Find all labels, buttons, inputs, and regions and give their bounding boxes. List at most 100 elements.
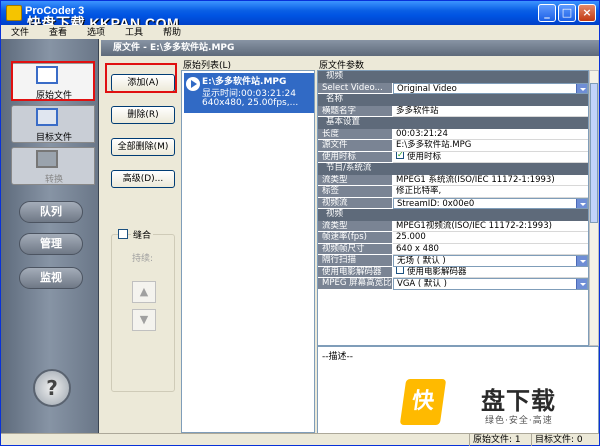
property-key: 视频帧尺寸 <box>318 243 392 255</box>
property-value: MPEG1 系统流(ISO/IEC 11172-1:1993) <box>393 174 588 186</box>
nav-convert-label: 转换 <box>44 175 63 185</box>
property-value-text: 25.000 <box>396 232 426 242</box>
property-section: 名称 <box>318 94 588 106</box>
property-scrollbar[interactable] <box>589 70 599 346</box>
menu-options[interactable]: 选项 <box>87 25 105 38</box>
play-icon <box>186 77 200 91</box>
status-target-count: 目标文件: 0 <box>531 434 599 446</box>
nav-convert[interactable]: 转换 <box>11 147 95 185</box>
page-title: 原文件 - E:\多多软件站.MPG <box>101 40 599 56</box>
logo-name: 盘下载 <box>481 387 556 415</box>
status-bar: 原始文件: 1 目标文件: 0 <box>1 433 599 446</box>
menu-bar: 文件 查看 选项 工具 帮助 <box>1 25 599 39</box>
property-row: 隔行扫描 无场 ( 默认 ) <box>318 255 588 267</box>
property-value: 00:03:21:24 <box>393 129 588 140</box>
app-window: ProCoder 3 快盘下载 KKPAN.COM _ □ × 文件 查看 选项… <box>0 0 600 446</box>
list-item[interactable]: E:\多多软件站.MPG 显示时间:00:03:21:24 640x480, 2… <box>184 73 314 113</box>
property-row: 流类型 MPEG1视频流(ISO/IEC 11172-2:1993) <box>318 220 588 232</box>
title-bar: ProCoder 3 快盘下载 KKPAN.COM _ □ × <box>1 1 599 31</box>
dropdown-arrow-icon[interactable] <box>576 198 587 209</box>
menu-tools[interactable]: 工具 <box>125 25 143 38</box>
property-value-text: Original Video <box>397 83 457 94</box>
property-value-text: 无场 ( 默认 ) <box>397 256 446 266</box>
queue-button[interactable]: 队列 <box>19 201 83 223</box>
property-key: 视频流 <box>318 197 392 209</box>
property-row: 横题名字 多多软件站 <box>318 105 588 117</box>
logo-slogan: 绿色·安全·高速 <box>485 416 553 426</box>
monitor-button[interactable]: 监视 <box>19 267 83 289</box>
property-key: MPEG 屏幕高宽比 <box>318 278 392 290</box>
scrollbar-thumb[interactable] <box>590 83 598 223</box>
property-value-text: VGA ( 默认 ) <box>397 279 447 289</box>
move-down-button[interactable]: ▼ <box>132 309 156 331</box>
nav-target-files[interactable]: 目标文件 <box>11 105 95 143</box>
property-checkbox[interactable]: 使用时标 <box>393 151 588 163</box>
property-row: Select Video... Original Video <box>318 82 588 94</box>
target-file-icon <box>36 108 58 126</box>
checkbox-icon[interactable] <box>396 151 404 160</box>
property-select[interactable]: Original Video <box>393 82 588 94</box>
property-key: 使用电影解码器 <box>318 266 392 278</box>
description-label: --描述-- <box>322 352 353 362</box>
property-key: 横题名字 <box>318 105 392 117</box>
property-value: 修正比特率, <box>393 186 588 198</box>
dropdown-arrow-icon[interactable] <box>576 256 587 266</box>
property-row: 标签 修正比特率, <box>318 186 588 198</box>
property-value-text: E:\多多软件站.MPG <box>396 140 472 150</box>
property-value-text: 640 x 480 <box>396 243 439 254</box>
property-value-text: MPEG1 系统流(ISO/IEC 11172-1:1993) <box>396 174 555 185</box>
dropdown-arrow-icon[interactable] <box>576 279 587 289</box>
property-section: 基本设置 <box>318 117 588 129</box>
close-button[interactable]: × <box>578 4 596 22</box>
property-value-text: 使用时标 <box>407 151 442 162</box>
property-key: 使用时标 <box>318 151 392 163</box>
maximize-button[interactable]: □ <box>558 4 576 22</box>
property-row: 视频帧尺寸 640 x 480 <box>318 243 588 255</box>
property-key: 帧速率(fps) <box>318 232 392 244</box>
property-row: 帧速率(fps) 25.000 <box>318 232 588 244</box>
button-column: 添加(A) 删除(R) 全部删除(M) 高级(D)... 缝合 持续: ▲ ▼ <box>101 56 181 435</box>
remove-all-button[interactable]: 全部删除(M) <box>111 138 175 156</box>
help-icon[interactable]: ? <box>33 369 71 407</box>
move-up-button[interactable]: ▲ <box>132 281 156 303</box>
property-section: 节目/系统流 <box>318 163 588 175</box>
highlight-add-button <box>105 63 177 93</box>
property-select[interactable]: VGA ( 默认 ) <box>393 278 588 290</box>
menu-view[interactable]: 查看 <box>49 25 67 38</box>
property-value: 640 x 480 <box>393 243 588 255</box>
source-list[interactable]: E:\多多软件站.MPG 显示时间:00:03:21:24 640x480, 2… <box>181 70 315 433</box>
nav-target-label: 目标文件 <box>35 133 72 143</box>
stitch-label: 缝合 <box>131 228 154 241</box>
property-select[interactable]: 无场 ( 默认 ) <box>393 255 588 267</box>
logo-mark: 快 <box>399 379 447 425</box>
property-value: 多多软件站 <box>393 106 588 117</box>
property-row: 使用时标 使用时标 <box>318 151 588 163</box>
advanced-button[interactable]: 高级(D)... <box>111 170 175 188</box>
property-select[interactable]: StreamID: 0x00e0 <box>393 197 588 209</box>
property-row: 长度 00:03:21:24 <box>318 128 588 140</box>
menu-help[interactable]: 帮助 <box>163 25 181 38</box>
property-key: Select Video... <box>318 82 392 94</box>
manage-button[interactable]: 管理 <box>19 233 83 255</box>
site-logo: 快 盘下载 绿色·安全·高速 <box>399 379 593 435</box>
remove-button[interactable]: 删除(R) <box>111 106 175 124</box>
property-value-text: MPEG1视频流(ISO/IEC 11172-2:1993) <box>396 220 552 231</box>
property-key: 流类型 <box>318 220 392 232</box>
property-key: 隔行扫描 <box>318 255 392 267</box>
property-row: 视频流 StreamID: 0x00e0 <box>318 197 588 209</box>
property-row: 源文件 E:\多多软件站.MPG <box>318 140 588 152</box>
stitch-group: 缝合 持续: ▲ ▼ <box>111 228 175 392</box>
list-item-format: 640x480, 25.00fps,... <box>202 98 299 108</box>
menu-file[interactable]: 文件 <box>11 25 29 38</box>
property-value-text: StreamID: 0x00e0 <box>397 198 475 209</box>
dropdown-arrow-icon[interactable] <box>576 83 587 94</box>
property-row: 流类型 MPEG1 系统流(ISO/IEC 11172-1:1993) <box>318 174 588 186</box>
minimize-button[interactable]: _ <box>538 4 556 22</box>
property-key: 长度 <box>318 128 392 140</box>
source-list-panel: 原始列表(L) E:\多多软件站.MPG 显示时间:00:03:21:24 64… <box>181 56 317 435</box>
property-key: 标签 <box>318 186 392 198</box>
highlight-source-nav <box>11 61 95 101</box>
property-checkbox[interactable]: 使用电影解码器 <box>393 266 588 278</box>
checkbox-icon[interactable] <box>396 266 404 274</box>
stitch-checkbox[interactable] <box>118 229 128 239</box>
